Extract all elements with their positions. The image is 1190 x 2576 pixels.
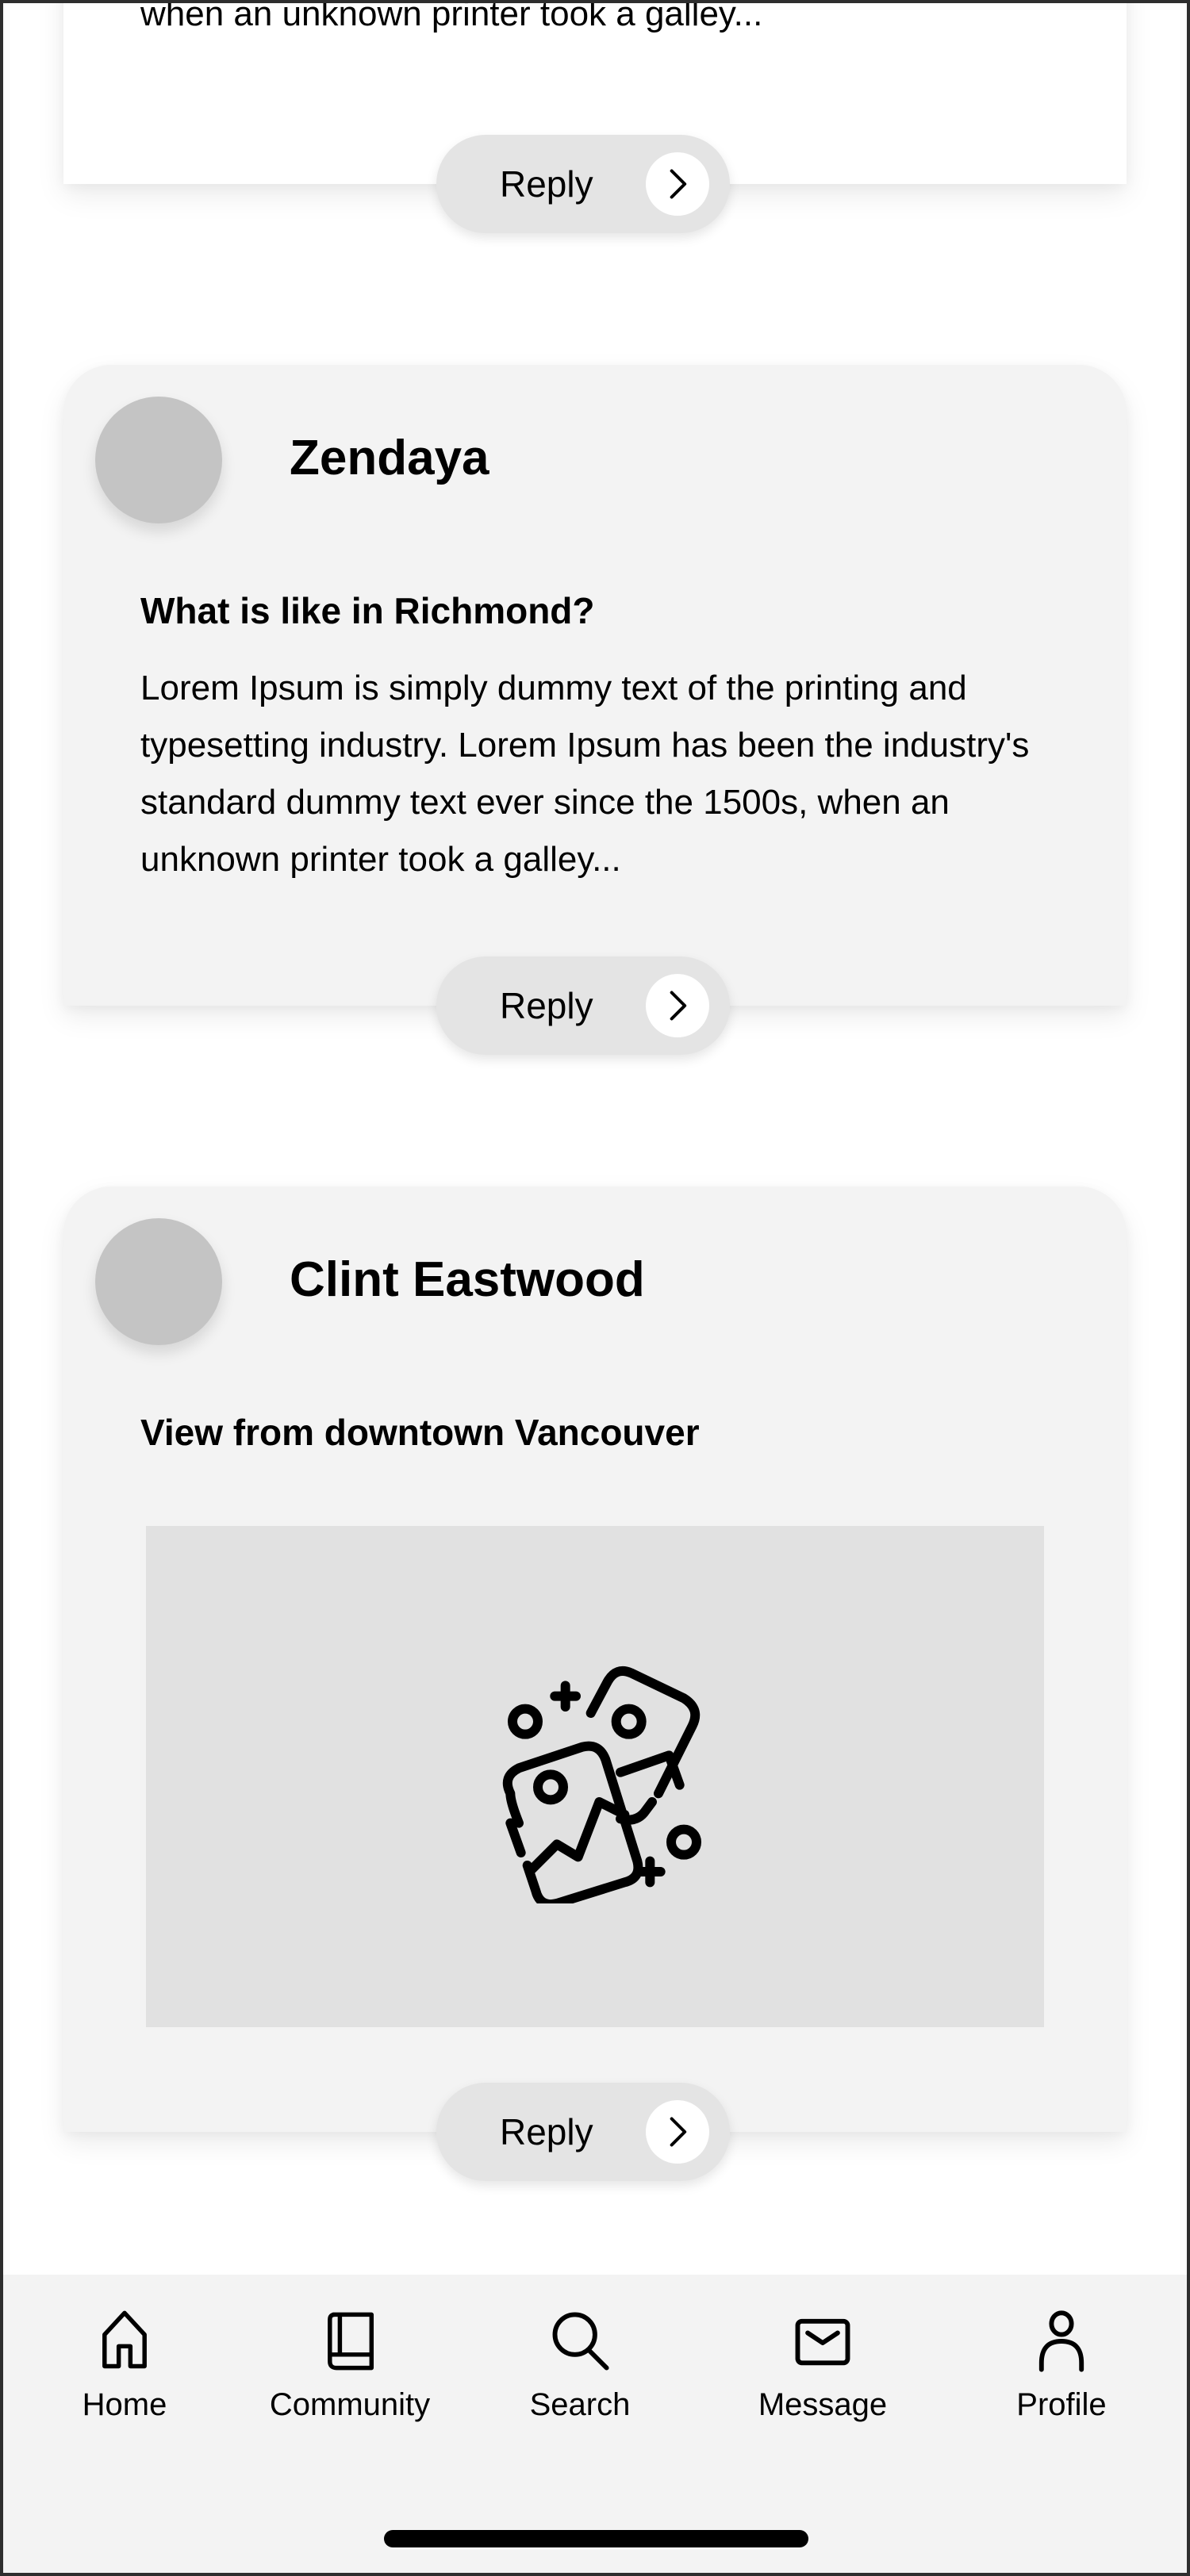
author-name[interactable]: Clint Eastwood	[290, 1248, 645, 1312]
nav-item-search[interactable]: Search	[477, 2308, 683, 2425]
post-card: Clint Eastwood View from downtown Vancou…	[63, 1186, 1127, 2181]
post-image[interactable]	[146, 1526, 1044, 2027]
nav-label: Message	[758, 2387, 888, 2422]
nav-label: Home	[82, 2387, 167, 2422]
post-body: Lorem Ipsum is simply dummy text of the …	[140, 669, 1030, 879]
home-indicator[interactable]	[384, 2530, 808, 2547]
nav-label: Search	[529, 2387, 631, 2422]
book-icon	[328, 2312, 374, 2371]
home-icon	[102, 2310, 147, 2369]
chevron-right-icon	[646, 2100, 709, 2164]
author-name[interactable]: Zendaya	[290, 427, 489, 490]
nav-label: Profile	[1016, 2387, 1107, 2422]
reply-button[interactable]: Reply	[436, 2083, 730, 2181]
avatar[interactable]	[95, 397, 222, 523]
reply-label: Reply	[500, 985, 593, 1026]
image-placeholder-icon	[502, 1666, 701, 1903]
post-title: What is like in Richmond?	[140, 590, 595, 631]
nav-item-message[interactable]: Message	[720, 2308, 926, 2425]
reply-label: Reply	[500, 163, 593, 205]
nav-item-home[interactable]: Home	[21, 2308, 228, 2425]
person-icon	[1038, 2310, 1084, 2372]
reply-label: Reply	[500, 2111, 593, 2152]
post-title: View from downtown Vancouver	[140, 1412, 700, 1453]
chevron-right-icon	[646, 152, 709, 216]
chevron-right-icon	[646, 974, 709, 1037]
avatar[interactable]	[95, 1218, 222, 1345]
post-card: when an unknown printer took a galley...…	[63, 0, 1127, 233]
reply-button[interactable]: Reply	[436, 956, 730, 1055]
reply-button[interactable]: Reply	[436, 135, 730, 233]
post-card: Zendaya What is like in Richmond? Lorem …	[63, 365, 1127, 1055]
nav-label: Community	[269, 2387, 431, 2422]
search-icon	[552, 2312, 609, 2371]
nav-item-profile[interactable]: Profile	[958, 2308, 1165, 2425]
post-body: when an unknown printer took a galley...	[140, 0, 763, 33]
nav-item-community[interactable]: Community	[247, 2308, 453, 2425]
mail-icon	[795, 2318, 850, 2366]
